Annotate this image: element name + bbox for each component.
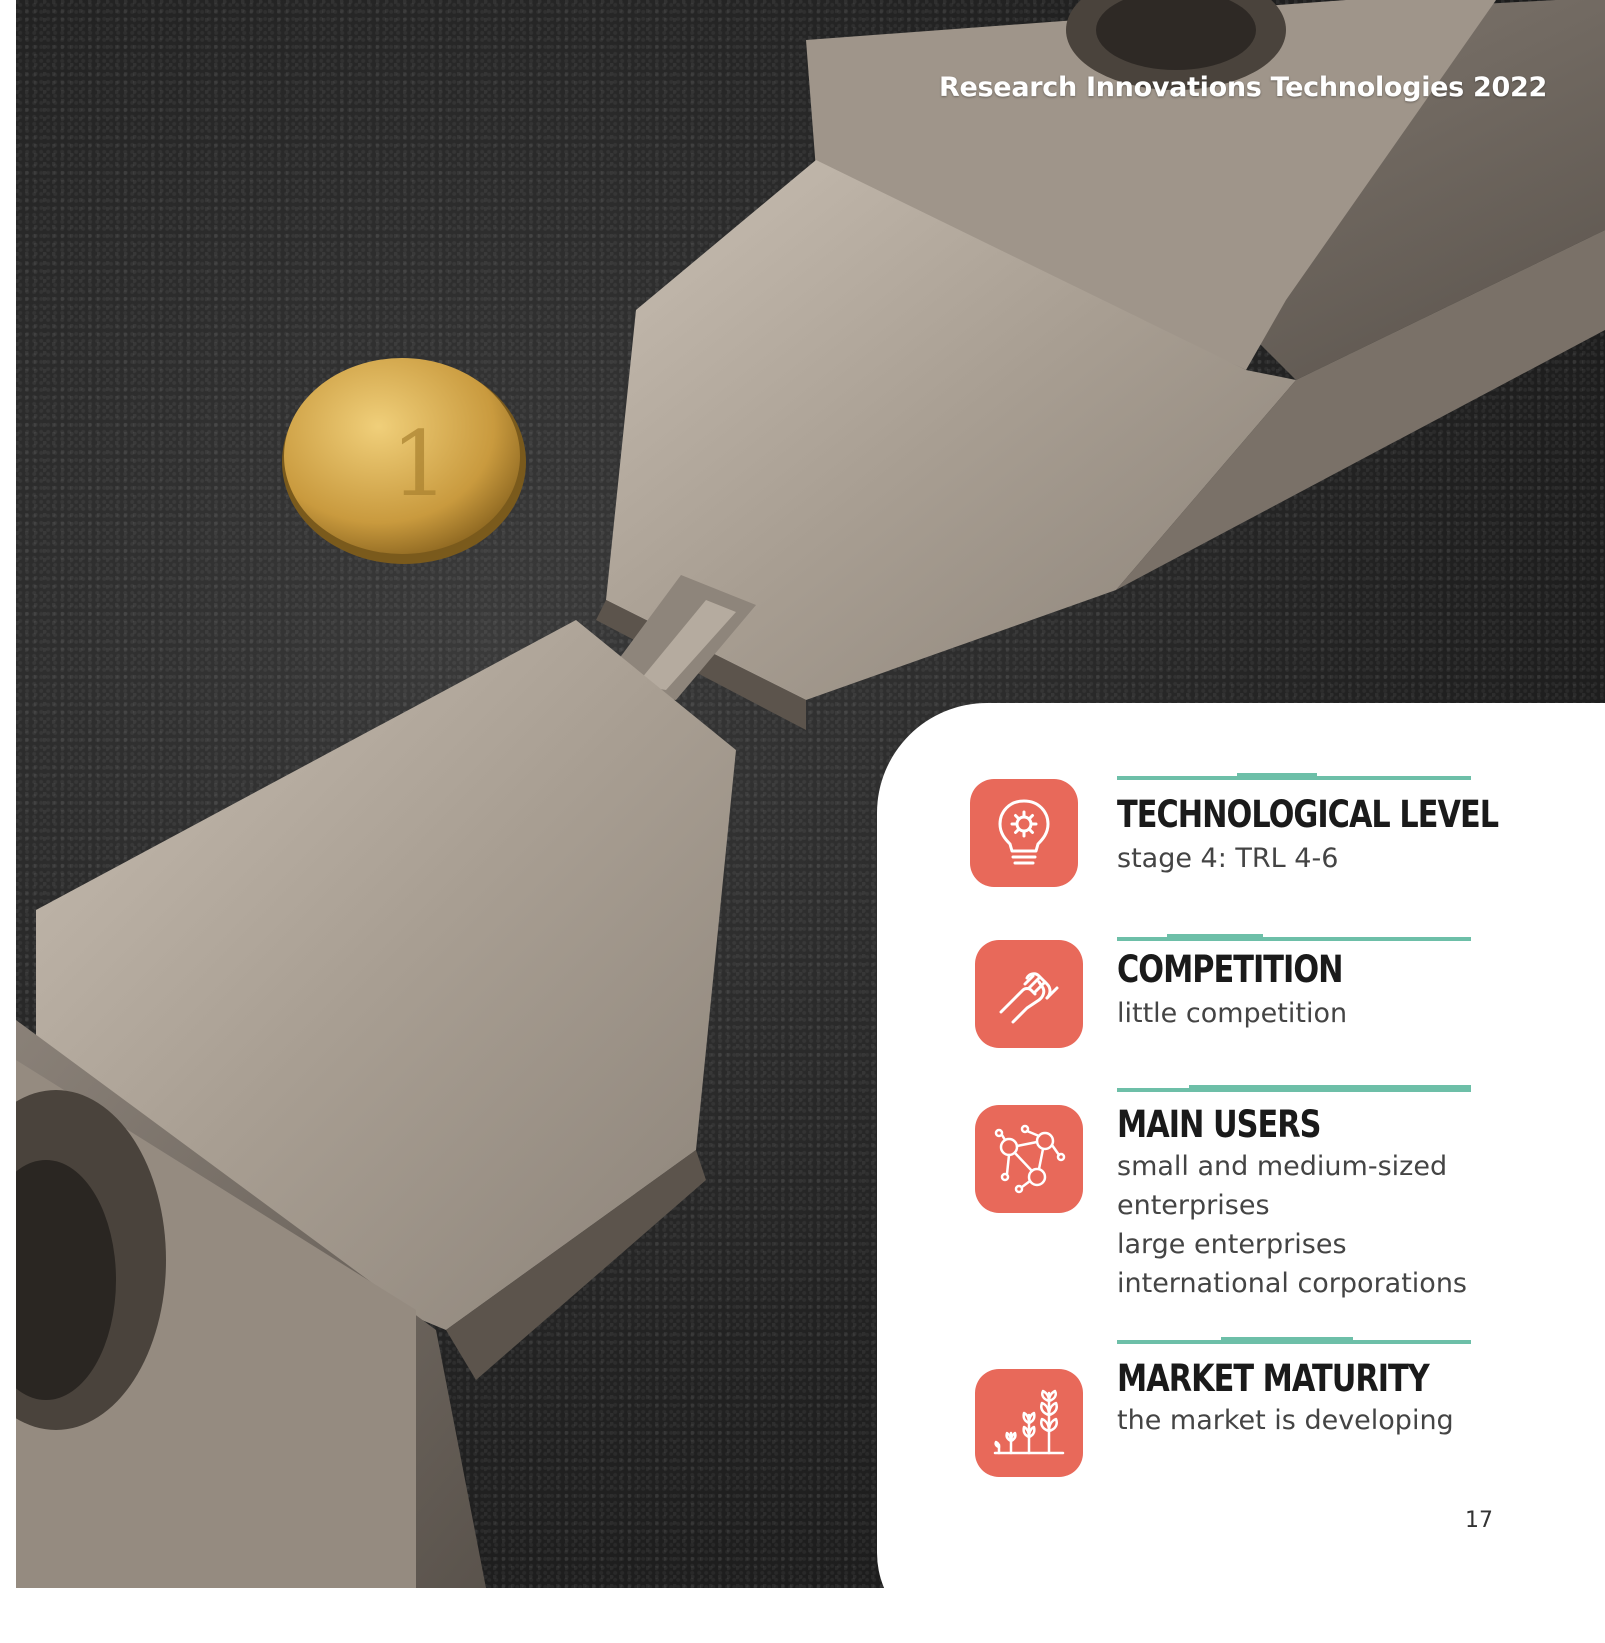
divider-rule	[1117, 773, 1471, 780]
growing-plants-icon	[993, 1389, 1065, 1455]
page-header: Research Innovations Technologies 2022	[939, 72, 1547, 103]
icon-tile	[975, 1105, 1083, 1213]
icon-tile	[970, 779, 1078, 887]
icon-tile	[975, 940, 1083, 1048]
page-number: 17	[1465, 1508, 1493, 1533]
info-value-line: little competition	[1117, 998, 1348, 1029]
info-value: small and medium-sized enterprises large…	[1117, 1147, 1477, 1303]
divider-rule	[1117, 1337, 1471, 1344]
divider-rule	[1117, 1085, 1471, 1092]
info-value-line: small and medium-sized	[1117, 1151, 1448, 1182]
info-card: TECHNOLOGICAL LEVEL stage 4: TRL 4-6 COM…	[877, 703, 1605, 1643]
info-title: COMPETITION	[1117, 948, 1344, 991]
info-value: little competition	[1117, 994, 1477, 1033]
info-value: stage 4: TRL 4-6	[1117, 839, 1477, 878]
info-value-line: large enterprises	[1117, 1229, 1347, 1260]
info-value: the market is developing	[1117, 1401, 1477, 1440]
lightbulb-gear-icon	[998, 799, 1050, 865]
info-title: MARKET MATURITY	[1117, 1357, 1430, 1400]
user-network-icon	[994, 1124, 1066, 1194]
info-value-line: stage 4: TRL 4-6	[1117, 843, 1339, 874]
icon-tile	[975, 1369, 1083, 1477]
info-title: MAIN USERS	[1117, 1103, 1321, 1146]
info-value-line: the market is developing	[1117, 1405, 1454, 1436]
info-value-line: enterprises	[1117, 1190, 1270, 1221]
info-value-line: international corporations	[1117, 1268, 1467, 1299]
arm-wrestling-icon	[999, 972, 1059, 1024]
info-title: TECHNOLOGICAL LEVEL	[1117, 793, 1499, 836]
svg-text:1: 1	[391, 412, 448, 517]
divider-rule	[1117, 934, 1471, 941]
